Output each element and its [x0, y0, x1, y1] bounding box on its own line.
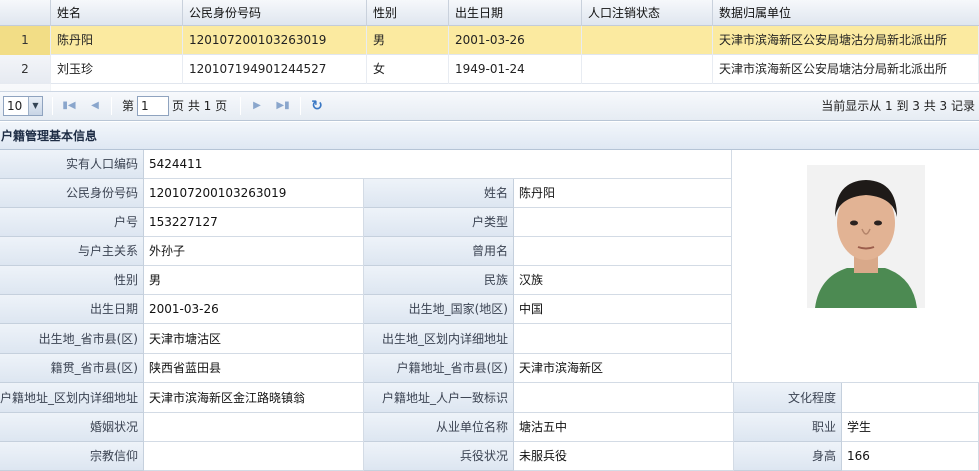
birth-detail-label: 出生地_区划内详细地址 [364, 324, 514, 354]
relation-label: 与户主关系 [0, 237, 144, 266]
education-value [842, 383, 979, 413]
name-value: 陈丹阳 [514, 179, 732, 208]
reg-province-value: 天津市滨海新区 [514, 354, 732, 383]
education-label: 文化程度 [734, 383, 842, 413]
military-value: 未服兵役 [514, 442, 734, 471]
cell-gender: 男 [367, 26, 449, 55]
page-prefix-label: 第 [122, 99, 135, 113]
reg-detail-value: 天津市滨海新区金江路晓镇翁 [144, 383, 364, 413]
ethnicity-value: 汉族 [514, 266, 732, 295]
household-info-form: 实有人口编码 5424411 公民身份号码 120107200103263019… [0, 150, 979, 471]
last-page-icon[interactable]: ▶▮ [275, 98, 291, 114]
household-type-value [514, 208, 732, 237]
reg-consistent-value [514, 383, 734, 413]
gender-label: 性别 [0, 266, 144, 295]
refresh-icon[interactable]: ↻ [309, 98, 325, 114]
row-number: 1 [0, 26, 51, 55]
row-number-header [0, 0, 51, 26]
cell-gender: 女 [367, 55, 449, 84]
id-label: 公民身份号码 [0, 179, 144, 208]
birth-detail-value [514, 324, 732, 354]
cell-birth: 2001-03-26 [449, 26, 582, 55]
height-value: 166 [842, 442, 979, 471]
separator [300, 97, 301, 115]
relation-value: 外孙子 [144, 237, 364, 266]
reg-consistent-label: 户籍地址_人户一致标识 [364, 383, 514, 413]
household-type-label: 户类型 [364, 208, 514, 237]
pagination-bar: 10 ▼ ▮◀ ◀ 第 1 页 共 1 页 ▶ ▶▮ ↻ 当前显示从 1 到 3… [0, 92, 979, 121]
separator [52, 97, 53, 115]
table-row[interactable] [0, 84, 979, 91]
marital-value [144, 413, 364, 442]
table-row[interactable]: 2 刘玉珍 120107194901244527 女 1949-01-24 天津… [0, 55, 979, 84]
cell-id: 120107200103263019 [183, 26, 367, 55]
former-name-label: 曾用名 [364, 237, 514, 266]
pagination-info: 当前显示从 1 到 3 共 3 记录 [821, 99, 975, 113]
cell-unit: 天津市滨海新区公安局塘沽分局新北派出所 [713, 55, 979, 84]
row-number [0, 84, 51, 91]
row-number: 2 [0, 55, 51, 84]
section-title: 户籍管理基本信息 [0, 122, 979, 150]
chevron-down-icon: ▼ [28, 97, 42, 115]
employer-label: 从业单位名称 [364, 413, 514, 442]
birth-province-label: 出生地_省市县(区) [0, 324, 144, 354]
household-no-value: 153227127 [144, 208, 364, 237]
page-size-value: 10 [7, 99, 23, 113]
marital-label: 婚姻状况 [0, 413, 144, 442]
page-size-select[interactable]: 10 ▼ [3, 96, 43, 116]
page-total-label: 页 共 1 页 [172, 99, 228, 113]
gender-value: 男 [144, 266, 364, 295]
birth-country-value: 中国 [514, 295, 732, 324]
employer-value: 塘沽五中 [514, 413, 734, 442]
reg-province-label: 户籍地址_省市县(区) [364, 354, 514, 383]
cell-birth: 1949-01-24 [449, 55, 582, 84]
separator [240, 97, 241, 115]
cell-status [582, 55, 713, 84]
column-header-unit[interactable]: 数据归属单位 [713, 0, 979, 26]
resident-code-value: 5424411 [144, 150, 732, 179]
reg-detail-label: 户籍地址_区划内详细地址 [0, 383, 144, 413]
religion-label: 宗教信仰 [0, 442, 144, 471]
occupation-label: 职业 [734, 413, 842, 442]
grid-header: 姓名 公民身份号码 性别 出生日期 人口注销状态 数据归属单位 [0, 0, 979, 26]
person-photo [807, 165, 925, 308]
results-grid: 姓名 公民身份号码 性别 出生日期 人口注销状态 数据归属单位 1 陈丹阳 12… [0, 0, 979, 92]
occupation-value: 学生 [842, 413, 979, 442]
next-page-icon[interactable]: ▶ [249, 98, 265, 114]
column-header-id[interactable]: 公民身份号码 [183, 0, 367, 26]
religion-value [144, 442, 364, 471]
cell-status [582, 26, 713, 55]
birth-province-value: 天津市塘沽区 [144, 324, 364, 354]
cell-id: 120107194901244527 [183, 55, 367, 84]
birth-country-label: 出生地_国家(地区) [364, 295, 514, 324]
military-label: 兵役状况 [364, 442, 514, 471]
cell-unit: 天津市滨海新区公安局塘沽分局新北派出所 [713, 26, 979, 55]
cell-name: 刘玉珍 [51, 55, 183, 84]
former-name-value [514, 237, 732, 266]
birth-date-value: 2001-03-26 [144, 295, 364, 324]
cell-name: 陈丹阳 [51, 26, 183, 55]
column-header-gender[interactable]: 性别 [367, 0, 449, 26]
household-no-label: 户号 [0, 208, 144, 237]
birth-date-label: 出生日期 [0, 295, 144, 324]
id-value: 120107200103263019 [144, 179, 364, 208]
prev-page-icon[interactable]: ◀ [87, 98, 103, 114]
photo-cell [732, 150, 979, 383]
column-header-name[interactable]: 姓名 [51, 0, 183, 26]
separator [111, 97, 112, 115]
page-number-input[interactable]: 1 [137, 96, 169, 116]
native-place-value: 陕西省蓝田县 [144, 354, 364, 383]
ethnicity-label: 民族 [364, 266, 514, 295]
first-page-icon[interactable]: ▮◀ [61, 98, 77, 114]
column-header-status[interactable]: 人口注销状态 [582, 0, 713, 26]
table-row[interactable]: 1 陈丹阳 120107200103263019 男 2001-03-26 天津… [0, 26, 979, 55]
resident-code-label: 实有人口编码 [0, 150, 144, 179]
name-label: 姓名 [364, 179, 514, 208]
column-header-birth[interactable]: 出生日期 [449, 0, 582, 26]
height-label: 身高 [734, 442, 842, 471]
native-place-label: 籍贯_省市县(区) [0, 354, 144, 383]
